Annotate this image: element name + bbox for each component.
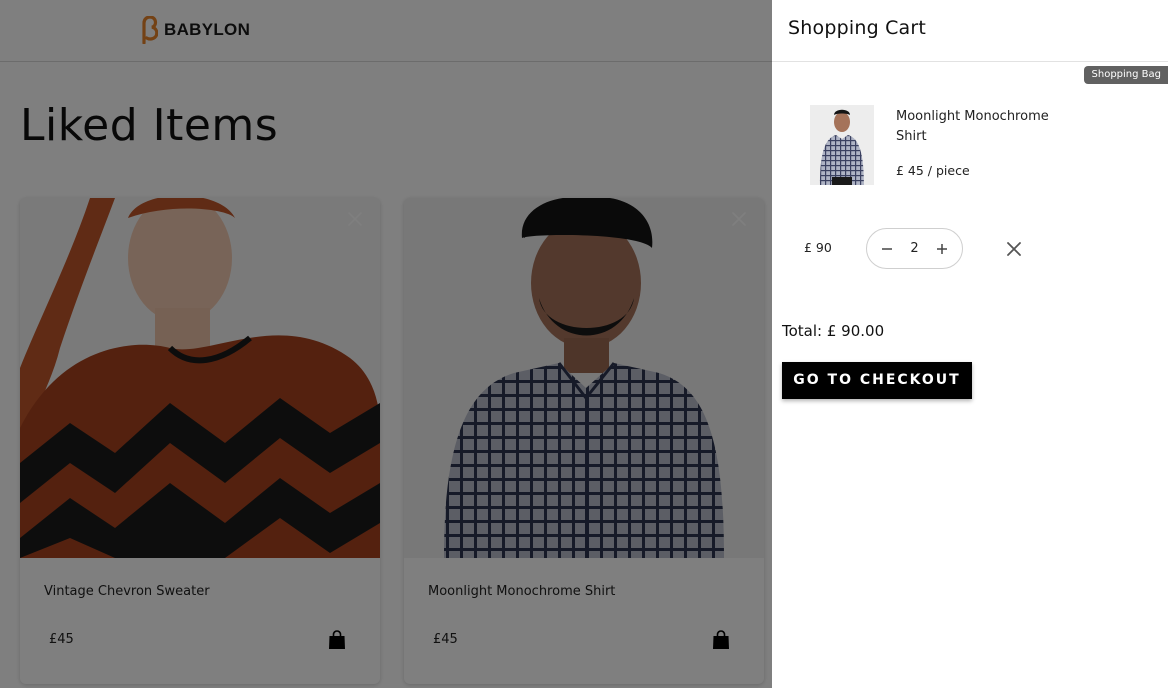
remove-from-cart-close-icon[interactable] bbox=[1004, 239, 1024, 259]
drawer-header: Shopping Cart bbox=[772, 0, 1168, 62]
go-to-checkout-button[interactable]: GO TO CHECKOUT bbox=[782, 362, 972, 399]
cart-item-subtotal: £ 90 bbox=[804, 240, 832, 255]
drawer-backdrop[interactable] bbox=[0, 0, 772, 688]
increase-quantity-plus-icon[interactable] bbox=[933, 240, 951, 258]
drawer-title: Shopping Cart bbox=[788, 17, 927, 39]
shopping-bag-tooltip: Shopping Bag bbox=[1083, 66, 1168, 84]
cart-item-thumbnail[interactable] bbox=[810, 105, 874, 185]
quantity-stepper: 2 bbox=[866, 228, 963, 269]
cart-total: Total: £ 90.00 bbox=[782, 322, 885, 340]
cart-item-unit-price: £ 45 / piece bbox=[896, 163, 970, 178]
shopping-cart-drawer: Shopping Cart Shopping Bag Moonlight Mon… bbox=[772, 0, 1168, 688]
cart-item-name: Moonlight Monochrome Shirt bbox=[896, 109, 1049, 144]
